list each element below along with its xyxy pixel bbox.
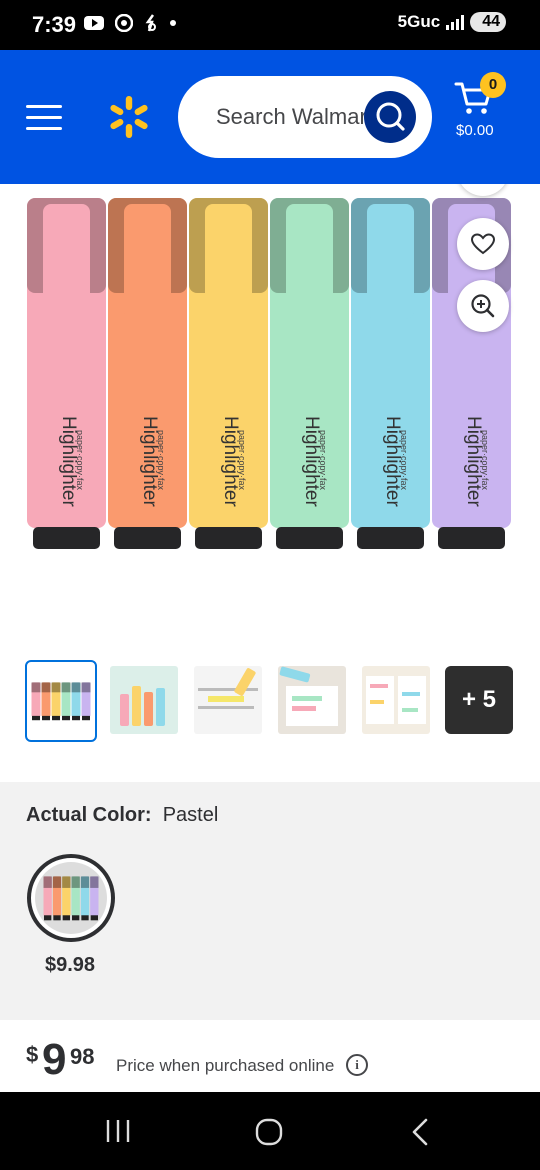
system-nav-bar: [0, 1092, 540, 1170]
mini-pen-cap: [90, 876, 99, 888]
more-thumbnails-button[interactable]: + 5: [445, 666, 513, 734]
mini-pen-tip: [32, 715, 40, 721]
notification-icon: [145, 14, 157, 32]
highlighter-pen: Highlighterpaper·copy·fax: [27, 198, 106, 549]
mini-pen-tip: [42, 715, 50, 721]
thumbnail-3[interactable]: [194, 666, 262, 734]
chrome-icon: [114, 13, 134, 33]
search-input[interactable]: [216, 100, 366, 134]
mini-pen-tip: [72, 915, 80, 921]
mini-pen-tip: [44, 915, 52, 921]
thumbnail-image: [198, 668, 258, 709]
mini-pen-cap: [61, 682, 71, 693]
zoom-in-icon: [471, 294, 495, 318]
heart-icon: [471, 233, 495, 255]
pen-sublabel: paper·copy·fax: [156, 430, 166, 491]
mini-pen-tip: [52, 715, 60, 721]
mini-pen-cap: [31, 682, 41, 693]
variant-label-key: Actual Color:: [26, 804, 152, 826]
mini-pen-cap: [41, 682, 51, 693]
mini-pen-cap: [51, 682, 61, 693]
price-cents: 98: [70, 1044, 95, 1069]
mini-pen-cap: [52, 876, 62, 888]
dot-icon: [170, 20, 177, 26]
variant-section: Actual Color: Pastel $9.98: [0, 782, 540, 1020]
search-button[interactable]: [364, 91, 416, 143]
search-icon: [376, 102, 405, 131]
thumbnail-4[interactable]: [278, 666, 346, 734]
price-note: Price when purchased online: [116, 1056, 335, 1075]
color-swatch-pastel[interactable]: [27, 854, 115, 942]
more-thumbnails-count: + 5: [461, 686, 497, 713]
mini-pen-tip: [81, 915, 89, 921]
pen-sublabel: paper·copy·fax: [237, 430, 247, 491]
variant-label-value: Pastel: [162, 804, 219, 826]
highlighter-pen: Highlighterpaper·copy·fax: [189, 198, 268, 549]
product-image-carousel[interactable]: Highlighter paper·copy·fax Highlighter pape…: [0, 184, 540, 644]
status-bar: 7:39 5Guc 44: [0, 0, 540, 50]
price-dollars: 9: [42, 1035, 67, 1084]
pen-sublabel: paper·copy·fax: [75, 430, 85, 491]
walmart-spark-logo[interactable]: [106, 94, 152, 140]
status-notification-icons: [84, 13, 177, 34]
mini-pen-cap: [43, 876, 52, 888]
pen-sublabel: paper·copy·fax: [399, 430, 409, 491]
search-bar[interactable]: [178, 76, 432, 158]
signal-icon: [446, 14, 465, 30]
back-icon[interactable]: [408, 1117, 432, 1147]
cart-total: $0.00: [456, 122, 494, 139]
thumbnail-image: [120, 686, 165, 726]
thumbnail-2[interactable]: [110, 666, 178, 734]
thumbnail-strip: + 5: [0, 656, 540, 748]
battery-indicator: 44: [470, 12, 506, 32]
highlighter-pen: Highlighterpaper·copy·fax: [108, 198, 187, 549]
app-header: 0 $0.00: [0, 50, 540, 184]
pen-sublabel: paper·copy·fax: [318, 430, 328, 491]
zoom-button[interactable]: [457, 280, 509, 332]
mini-pen-cap: [62, 876, 71, 888]
thumbnail-image: [31, 682, 91, 721]
pen-sublabel: paper·copy·fax: [480, 430, 490, 491]
swatch-image: [35, 862, 107, 934]
cart-button[interactable]: 0 $0.00: [454, 72, 514, 148]
recent-apps-icon[interactable]: [104, 1118, 132, 1146]
info-icon[interactable]: i: [346, 1054, 368, 1076]
mini-pen-tip: [62, 915, 70, 921]
highlighter-pen: Highlighterpaper·copy·fax: [270, 198, 349, 549]
mini-pen-tip: [82, 715, 90, 721]
highlighter-pen: Highlighterpaper·copy·fax: [351, 198, 430, 549]
thumbnail-1[interactable]: [25, 660, 97, 742]
thumbnail-image: [366, 676, 426, 724]
price-bar: $ 9 98 Price when purchased online i: [0, 1020, 540, 1092]
status-right: 5Guc 44: [398, 12, 506, 32]
price-currency: $: [26, 1042, 39, 1067]
menu-icon[interactable]: [26, 105, 62, 131]
thumbnail-5[interactable]: [362, 666, 430, 734]
mini-pen-cap: [71, 876, 80, 888]
thumbnail-image: [279, 666, 338, 726]
mini-pen-tip: [53, 915, 61, 921]
favorite-button[interactable]: [457, 218, 509, 270]
mini-pen-cap: [81, 682, 91, 693]
swatch-price: $9.98: [45, 954, 96, 976]
mini-pen-tip: [90, 915, 98, 921]
mini-pen-cap: [71, 682, 81, 693]
mini-pen-tip: [62, 715, 70, 721]
youtube-icon: [84, 16, 104, 30]
mini-pen-cap: [80, 876, 90, 888]
network-indicator: 5Guc: [397, 12, 441, 31]
swatch-thumbnail: [43, 876, 99, 921]
status-time: 7:39: [32, 12, 77, 37]
mini-pen-tip: [72, 715, 80, 721]
variant-label: Actual Color: Pastel: [26, 804, 218, 827]
home-icon[interactable]: [254, 1117, 284, 1147]
cart-count-badge: 0: [480, 72, 506, 98]
